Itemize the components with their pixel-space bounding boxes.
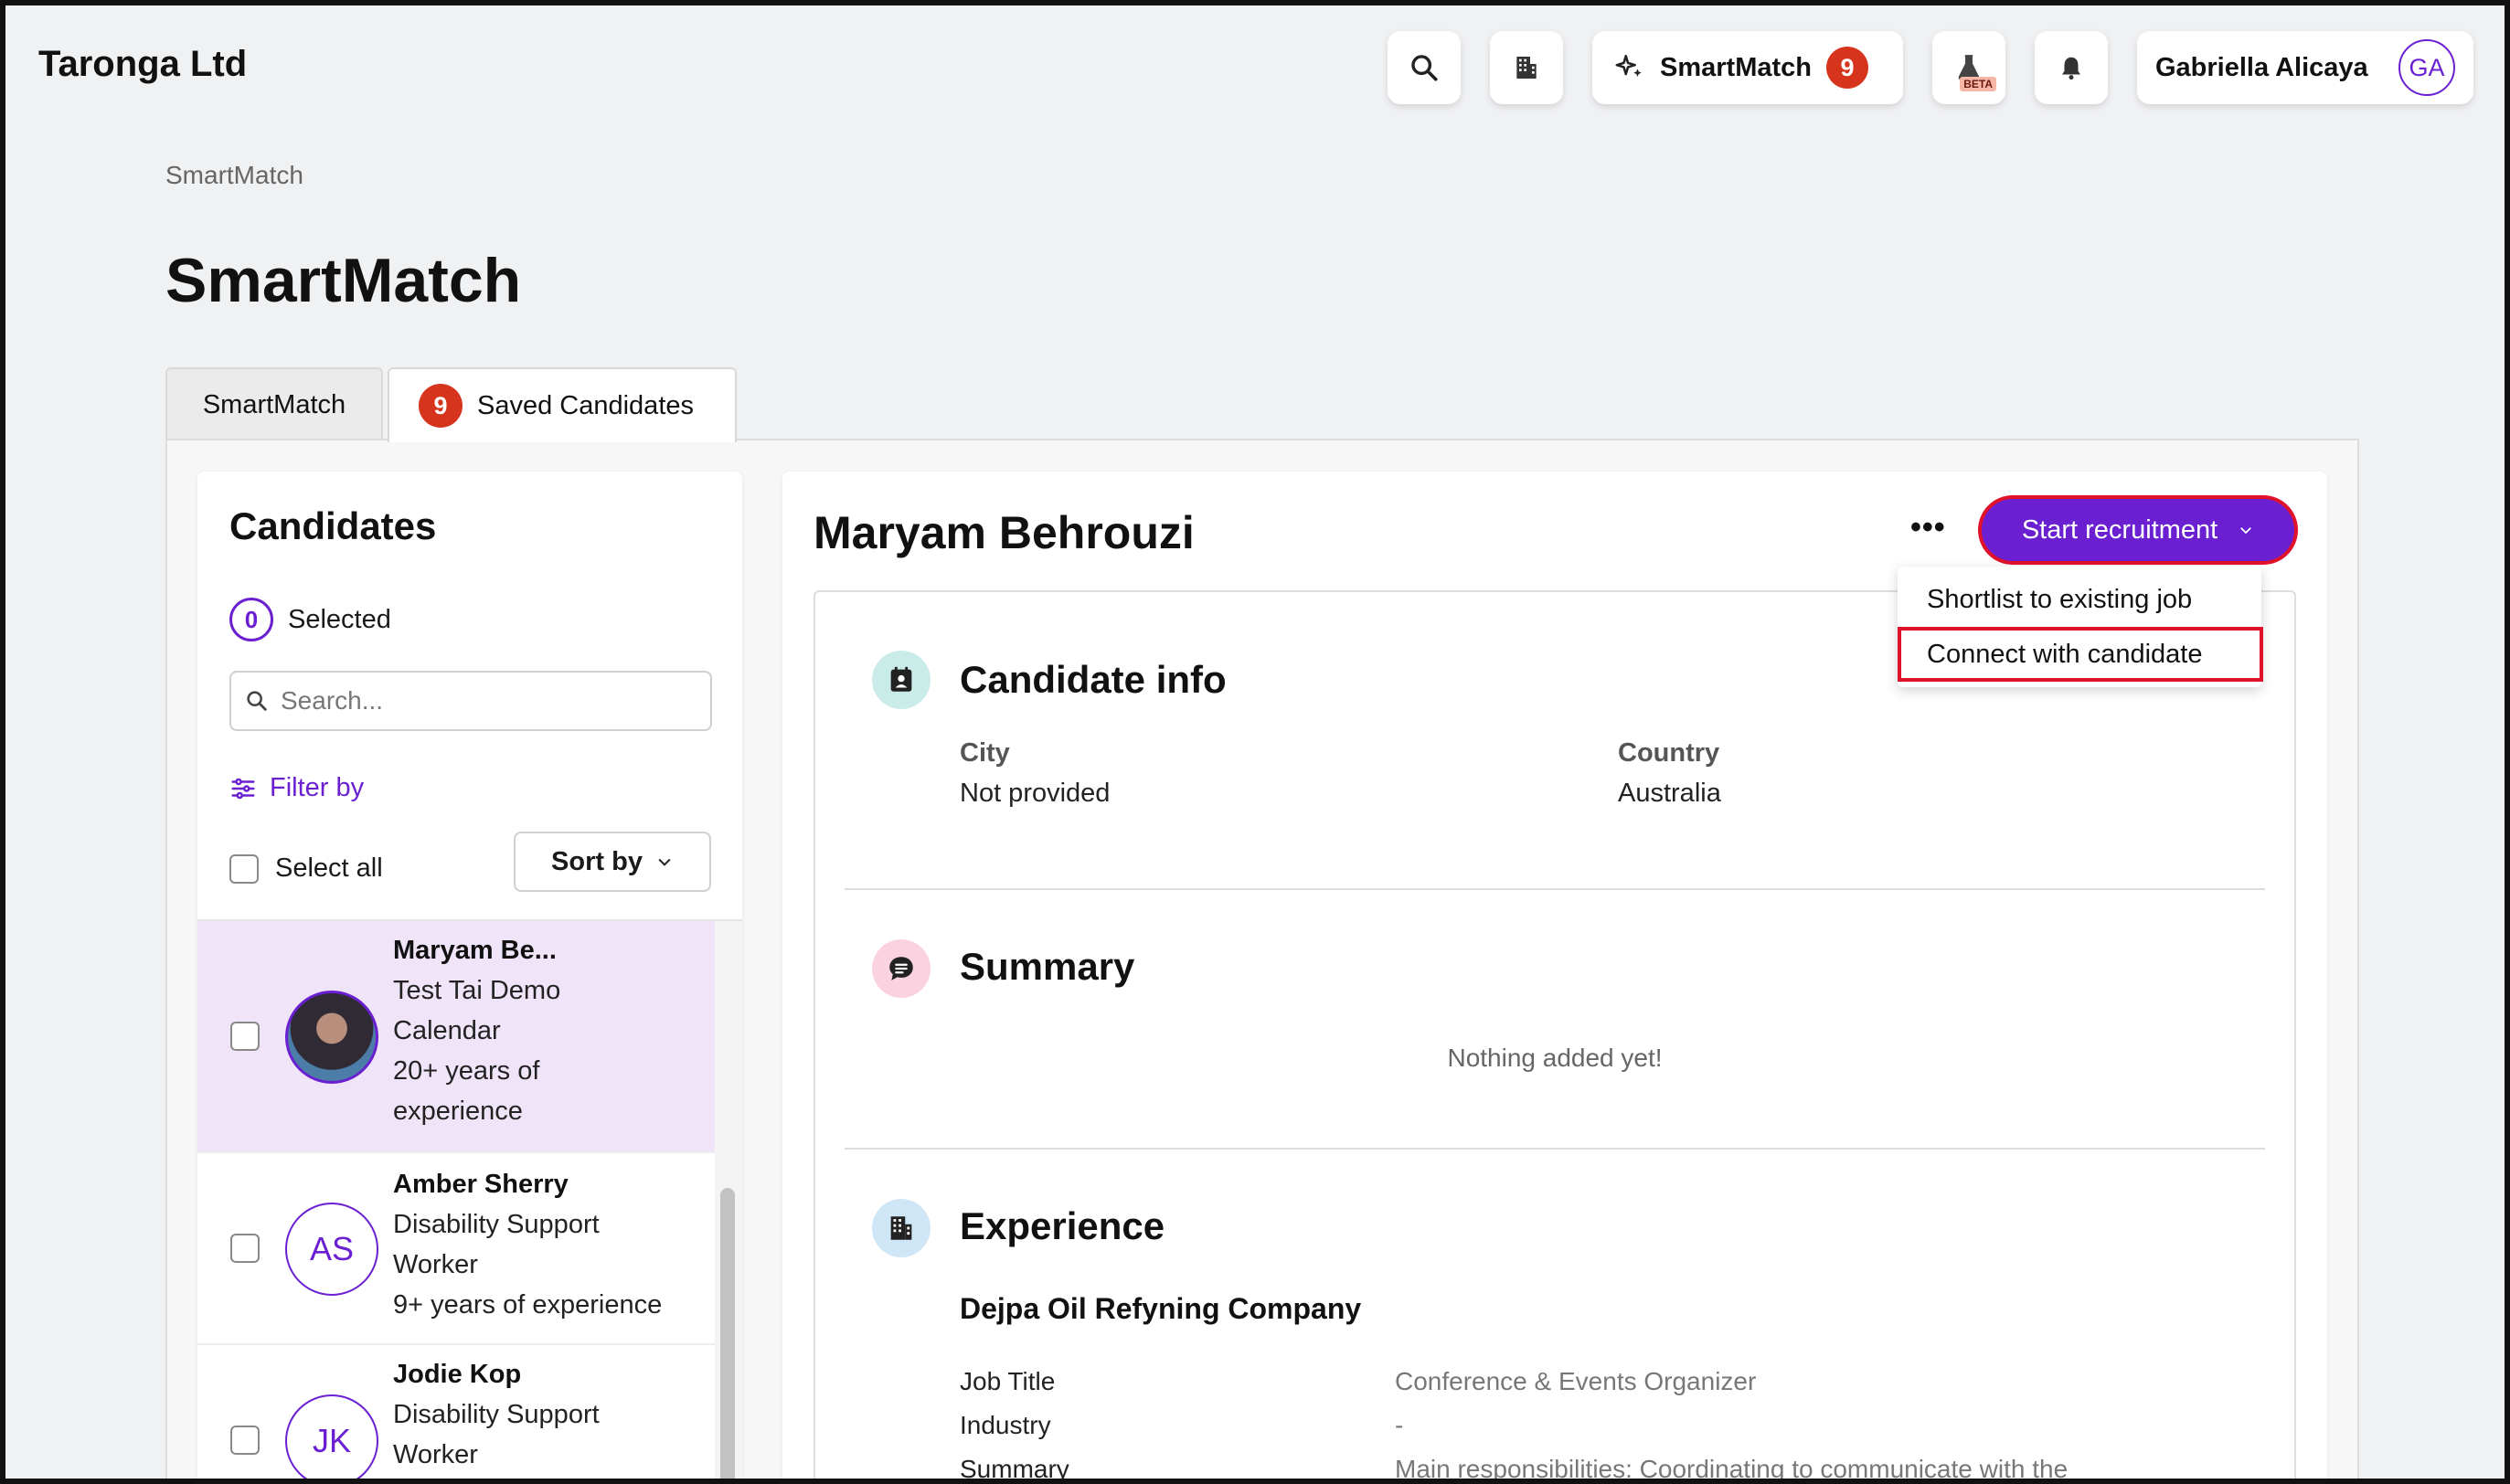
experience-title: Experience	[960, 1204, 1165, 1247]
candidate-detail-line: 20+ years of	[393, 1056, 540, 1086]
saved-count-badge: 9	[419, 384, 463, 428]
experience-field-label: Summary	[960, 1455, 1069, 1483]
select-all[interactable]: Select all	[229, 853, 383, 884]
candidate-detail-line: Disability Support	[393, 1210, 600, 1239]
breadcrumb[interactable]: SmartMatch	[165, 161, 303, 190]
summary-title: Summary	[960, 945, 1135, 988]
candidate-list-item[interactable]: Maryam Be... Test Tai Demo Calendar 20+ …	[197, 921, 715, 1153]
labs-beta-button[interactable]: BETA	[1932, 31, 2005, 104]
country-label: Country	[1618, 738, 1720, 768]
candidate-details: Jodie Kop Disability Support Worker	[393, 1354, 600, 1475]
candidate-list: Maryam Be... Test Tai Demo Calendar 20+ …	[197, 921, 715, 1484]
candidate-search[interactable]	[229, 671, 712, 731]
building-icon	[872, 1199, 931, 1257]
start-recruitment-label: Start recruitment	[2021, 514, 2218, 545]
experience-company: Dejpa Oil Refyning Company	[960, 1292, 1362, 1325]
user-menu-button[interactable]: Gabriella Alicaya GA	[2137, 31, 2473, 104]
candidate-info-title: Candidate info	[960, 658, 1227, 701]
start-recruitment-button[interactable]: Start recruitment	[1982, 499, 2294, 561]
candidate-detail-line: 9+ years of experience	[393, 1290, 663, 1320]
selected-counter: 0 Selected	[229, 598, 391, 641]
section-divider	[845, 888, 2265, 890]
candidate-detail-line: Worker	[393, 1440, 478, 1469]
more-options-button[interactable]: •••	[1910, 510, 1946, 546]
sort-by-dropdown[interactable]: Sort by	[514, 832, 711, 892]
experience-field-label: Job Title	[960, 1367, 1056, 1395]
candidate-details: Amber Sherry Disability Support Worker 9…	[393, 1164, 662, 1325]
list-scrollbar-thumb[interactable]	[720, 1188, 735, 1484]
candidates-title: Candidates	[229, 504, 437, 547]
search-button[interactable]	[1388, 31, 1461, 104]
chevron-down-icon	[658, 858, 671, 866]
section-divider	[845, 1148, 2265, 1150]
search-icon	[1411, 55, 1438, 81]
candidate-detail-line: Worker	[393, 1250, 478, 1279]
candidate-details: Maryam Be... Test Tai Demo Calendar 20+ …	[393, 930, 560, 1131]
sliders-icon	[231, 778, 255, 799]
notifications-button[interactable]	[2035, 31, 2108, 104]
experience-field-label: Industry	[960, 1411, 1051, 1439]
candidate-detail-line: Calendar	[393, 1016, 501, 1045]
search-icon	[247, 691, 267, 711]
experience-field-value: Conference & Events Organizer	[1395, 1367, 1757, 1395]
candidate-photo	[285, 991, 378, 1084]
chat-bubble-icon	[872, 939, 931, 998]
summary-empty-note: Nothing added yet!	[1447, 1044, 1663, 1072]
candidate-checkbox[interactable]	[230, 1234, 260, 1263]
tab-saved-candidates[interactable]: 9 Saved Candidates	[388, 367, 737, 442]
candidate-list-item[interactable]: JK Jodie Kop Disability Support Worker	[197, 1345, 715, 1484]
start-recruitment-menu: Shortlist to existing job Connect with c…	[1898, 567, 2263, 687]
smartmatch-nav-label: SmartMatch	[1660, 52, 1812, 82]
filter-by-button[interactable]: Filter by	[229, 773, 364, 803]
select-all-label: Select all	[275, 853, 383, 883]
candidate-avatar: AS	[285, 1203, 378, 1296]
smartmatch-count-badge: 9	[1826, 47, 1868, 89]
bell-icon	[2062, 57, 2080, 80]
smartmatch-nav-button[interactable]: SmartMatch 9	[1592, 31, 1903, 104]
candidate-detail-line: Test Tai Demo	[393, 976, 561, 1005]
candidate-name: Maryam Be...	[393, 936, 557, 965]
experience-field-value: Main responsibilities: Coordinating to c…	[1395, 1455, 2069, 1483]
candidate-detail-card: Candidate info City Not provided Country…	[814, 590, 2296, 1484]
candidate-avatar: JK	[285, 1394, 378, 1484]
country-value: Australia	[1618, 779, 1721, 808]
candidates-panel: Candidates 0 Selected Filter by Select a…	[197, 472, 742, 1484]
beta-tag: BETA	[1960, 77, 1996, 91]
search-input[interactable]	[281, 686, 683, 716]
building-icon	[1516, 57, 1537, 79]
menu-item-connect-with-candidate[interactable]: Connect with candidate	[1898, 627, 2263, 682]
company-button[interactable]	[1490, 31, 1563, 104]
candidate-detail-line: Disability Support	[393, 1400, 600, 1429]
brand-name: Taronga Ltd	[38, 44, 248, 84]
sparkle-icon	[1615, 54, 1642, 77]
page-title: SmartMatch	[165, 246, 522, 315]
experience-field-value: -	[1395, 1411, 1404, 1439]
user-name: Gabriella Alicaya	[2155, 52, 2368, 82]
candidate-checkbox[interactable]	[230, 1022, 260, 1051]
candidate-detail-line: experience	[393, 1097, 523, 1126]
selected-count: 0	[229, 598, 273, 641]
tab-smartmatch[interactable]: SmartMatch	[165, 367, 383, 440]
candidate-checkbox[interactable]	[230, 1426, 260, 1455]
sort-by-label: Sort by	[551, 846, 643, 876]
candidate-name: Jodie Kop	[393, 1360, 522, 1389]
user-avatar: GA	[2398, 39, 2455, 96]
city-label: City	[960, 738, 1010, 768]
tab-saved-candidates-label: Saved Candidates	[477, 390, 694, 420]
contact-card-icon	[872, 651, 931, 709]
candidate-full-name: Maryam Behrouzi	[814, 507, 1195, 558]
candidate-list-item[interactable]: AS Amber Sherry Disability Support Worke…	[197, 1153, 715, 1345]
menu-item-shortlist[interactable]: Shortlist to existing job	[1898, 572, 2261, 627]
tab-smartmatch-label: SmartMatch	[202, 389, 346, 419]
candidate-name: Amber Sherry	[393, 1170, 569, 1199]
selected-label: Selected	[288, 604, 391, 634]
select-all-checkbox[interactable]	[229, 853, 259, 884]
city-value: Not provided	[960, 779, 1111, 808]
chevron-down-icon	[2240, 527, 2252, 535]
filter-by-label: Filter by	[270, 773, 365, 802]
